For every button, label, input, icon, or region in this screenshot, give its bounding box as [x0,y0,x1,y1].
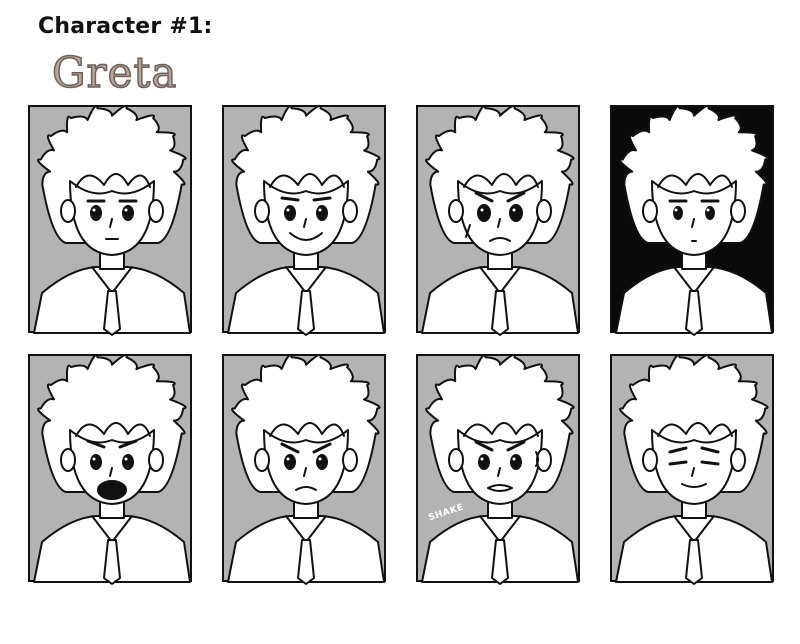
ear-shape [730,448,746,472]
eye-highlight [512,457,516,461]
eye-shape [668,460,688,466]
eye-highlight [92,457,96,461]
eye-highlight [286,208,290,212]
expression-panel-nervous: SHAKE [416,353,580,585]
eye-highlight [706,208,710,212]
eye-shape [316,205,328,221]
expression-panel-happy [222,104,386,336]
ear-shape [642,448,658,472]
mouth-shape [97,480,127,500]
eye-shape [478,454,490,470]
eye-highlight [674,208,678,212]
tie-shape [491,290,509,336]
eye-highlight [480,208,484,212]
character-portrait [615,353,773,585]
character-portrait [421,104,579,336]
tie-shape [297,290,315,336]
expression-panel-shocked [28,353,192,585]
eye-shape [284,454,296,470]
eye-highlight [124,457,128,461]
eye-shape [122,205,134,221]
character-heading: Character #1: [38,14,213,39]
character-portrait [615,104,773,336]
expression-panel-teary [416,104,580,336]
tie-shape [103,290,121,336]
eyebrow-shape [312,196,332,202]
eye-shape [510,454,522,470]
eye-shape [284,205,296,221]
ear-shape [148,448,164,472]
eyebrow-shape [280,196,300,202]
character-portrait [33,104,191,336]
eye-shape [316,454,328,470]
ear-shape [448,199,464,223]
eye-highlight [286,457,290,461]
eye-highlight [124,208,128,212]
expression-panel-blank [610,104,774,336]
eye-highlight [318,457,322,461]
character-portrait [227,104,385,336]
eye-shape [90,205,102,221]
character-portrait [33,353,191,585]
mouth-shape [487,484,513,492]
eye-highlight [318,208,322,212]
ear-shape [730,199,746,223]
eye-shape [477,204,491,222]
eye-highlight [480,457,484,461]
tie-shape [491,539,509,585]
ear-shape [536,448,552,472]
character-portrait [227,353,385,585]
expression-panel-worried [222,353,386,585]
ear-shape [60,199,76,223]
tie-shape [685,290,703,336]
ear-shape [342,199,358,223]
ear-shape [342,448,358,472]
ear-shape [254,448,270,472]
eye-shape [90,454,102,470]
character-portrait [421,353,579,585]
expression-panel-neutral [28,104,192,336]
ear-shape [148,199,164,223]
eye-highlight [512,208,516,212]
ear-shape [448,448,464,472]
tie-shape [297,539,315,585]
eye-shape [122,454,134,470]
eye-shape [509,204,523,222]
ear-shape [254,199,270,223]
ear-shape [60,448,76,472]
tie-shape [103,539,121,585]
ear-shape [642,199,658,223]
expression-panel-smug [610,353,774,585]
tie-shape [685,539,703,585]
eye-highlight [92,208,96,212]
ear-shape [536,199,552,223]
eye-shape [700,460,720,466]
